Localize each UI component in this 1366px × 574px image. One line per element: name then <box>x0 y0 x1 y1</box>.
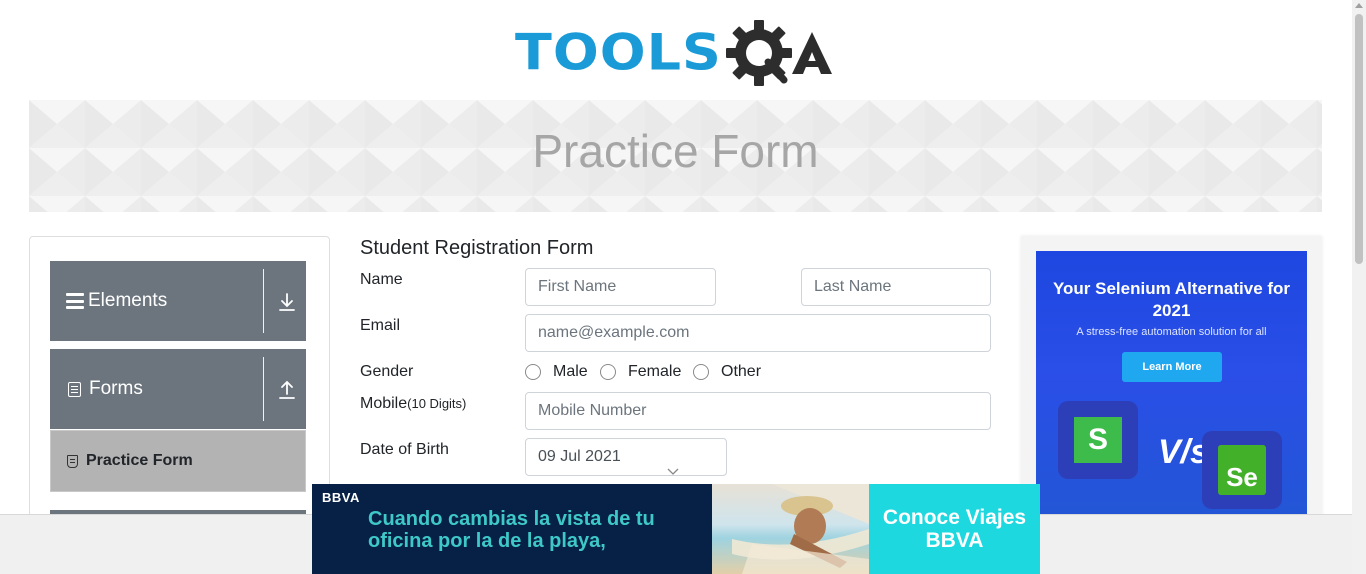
katalon-logo: S <box>1058 401 1138 479</box>
bbva-cta[interactable]: Conoce Viajes BBVA <box>869 484 1040 574</box>
sidebar-group-label: Elements <box>88 290 168 311</box>
chevron-down-icon <box>667 468 679 475</box>
last-name-input[interactable]: Last Name <box>801 268 991 306</box>
email-input[interactable]: name@example.com <box>525 314 991 352</box>
email-label: Email <box>360 317 401 334</box>
gender-radio-female[interactable]: Female <box>600 363 681 381</box>
learn-more-button[interactable]: Learn More <box>1122 352 1222 382</box>
sidebar-group-label: Forms <box>89 378 143 399</box>
right-ad[interactable]: Your Selenium Alternative for 2021 A str… <box>1036 251 1307 514</box>
radio-circle[interactable] <box>525 364 541 380</box>
selenium-logo-letters: Se <box>1218 445 1266 495</box>
divider <box>263 357 264 421</box>
form-title: Student Registration Form <box>360 237 594 259</box>
hamburger-icon <box>66 293 84 309</box>
bbva-ad[interactable]: BBVA Cuando cambias la vista de tu ofici… <box>312 484 1040 574</box>
ad-title: Your Selenium Alternative for 2021 <box>1052 279 1291 320</box>
selenium-logo: Se <box>1202 431 1282 509</box>
radio-label: Female <box>628 363 682 380</box>
dob-label: Date of Birth <box>360 441 449 458</box>
scrollbar-thumb[interactable] <box>1355 14 1363 264</box>
download-arrow-icon[interactable] <box>278 291 296 313</box>
bbva-headline: Cuando cambias la vista de tu oficina po… <box>368 508 655 552</box>
radio-circle[interactable] <box>600 364 616 380</box>
divider <box>263 269 264 333</box>
logo-letter-a <box>791 32 832 74</box>
form-icon <box>68 381 81 397</box>
bbva-logo: BBVA <box>322 490 360 505</box>
form-small-icon <box>67 454 78 468</box>
sidebar-group-elements[interactable]: Elements <box>50 261 306 341</box>
radio-label: Male <box>553 363 588 380</box>
upload-arrow-icon[interactable] <box>278 379 296 401</box>
bbva-ad-text-panel: BBVA Cuando cambias la vista de tu ofici… <box>312 484 712 574</box>
page-scrollbar[interactable] <box>1352 0 1366 574</box>
beach-illustration <box>732 484 869 574</box>
page-title: Practice Form <box>532 125 819 177</box>
name-label: Name <box>360 271 403 288</box>
mobile-label-text: Mobile <box>360 395 408 412</box>
page-banner: Practice Form <box>29 100 1322 212</box>
sidebar-item-label: Practice Form <box>86 452 193 469</box>
page: TOOLS Practice Form Elements Forms Pract… <box>0 0 1366 574</box>
sidebar-item-practice-form[interactable]: Practice Form <box>50 430 306 492</box>
gear-magnifier-icon <box>725 20 792 86</box>
dob-input[interactable]: 09 Jul 2021 <box>525 438 727 476</box>
radio-circle[interactable] <box>693 364 709 380</box>
mobile-input[interactable]: Mobile Number <box>525 392 991 430</box>
katalon-logo-letter: S <box>1074 417 1122 463</box>
sidebar-group-forms[interactable]: Forms <box>50 349 306 429</box>
mobile-hint: (10 Digits) <box>407 396 467 411</box>
first-name-input[interactable]: First Name <box>525 268 716 306</box>
logo-text: TOOLS <box>515 23 722 82</box>
gender-label: Gender <box>360 363 414 380</box>
scroll-up-arrow-icon[interactable] <box>1355 3 1363 8</box>
mobile-label: Mobile(10 Digits) <box>360 395 466 413</box>
sidebar: Elements Forms Practice Form <box>29 236 330 536</box>
gender-radio-other[interactable]: Other <box>693 363 761 381</box>
radio-label: Other <box>721 363 762 380</box>
ad-subtitle: A stress-free automation solution for al… <box>1076 326 1267 338</box>
beach-hammock-image <box>712 484 869 574</box>
gender-radio-male[interactable]: Male <box>525 363 588 381</box>
toolsqa-logo[interactable]: TOOLS <box>515 14 834 92</box>
